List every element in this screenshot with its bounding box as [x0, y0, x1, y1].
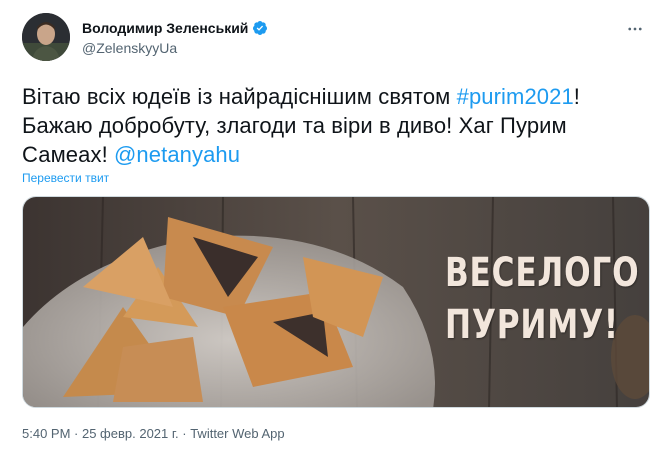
author-handle[interactable]: @ZelenskyyUa: [82, 40, 177, 56]
meta-separator: ·: [70, 426, 82, 441]
caption-line-1: ВЕСЕЛОГО: [445, 250, 640, 296]
tweet-text: Вітаю всіх юдеїв із найрадіснішим святом…: [22, 82, 654, 169]
mention-link[interactable]: @netanyahu: [114, 142, 240, 167]
tweet-source[interactable]: Twitter Web App: [190, 426, 284, 441]
tweet-text-part: Вітаю всіх юдеїв із найрадіснішим святом: [22, 84, 457, 109]
image-caption: ВЕСЕЛОГО ПУРИМУ!: [445, 247, 640, 351]
hashtag-link[interactable]: #purim2021: [457, 84, 574, 109]
meta-separator: ·: [178, 426, 191, 441]
tweet-meta: 5:40 PM · 25 февр. 2021 г. · Twitter Web…: [22, 426, 285, 441]
tweet-card: Володимир Зеленський @ZelenskyyUa Вітаю …: [0, 0, 670, 457]
author-row: Володимир Зеленський: [82, 20, 268, 36]
more-dots-icon[interactable]: [624, 18, 646, 40]
translate-link[interactable]: Перевести твит: [22, 171, 109, 185]
avatar[interactable]: [22, 13, 70, 61]
author-name[interactable]: Володимир Зеленський: [82, 20, 248, 36]
verified-badge-icon: [252, 20, 268, 36]
tweet-image[interactable]: ВЕСЕЛОГО ПУРИМУ!: [22, 196, 650, 408]
tweet-time[interactable]: 5:40 PM: [22, 426, 70, 441]
tweet-date[interactable]: 25 февр. 2021 г.: [82, 426, 179, 441]
caption-line-2: ПУРИМУ!: [445, 302, 619, 348]
